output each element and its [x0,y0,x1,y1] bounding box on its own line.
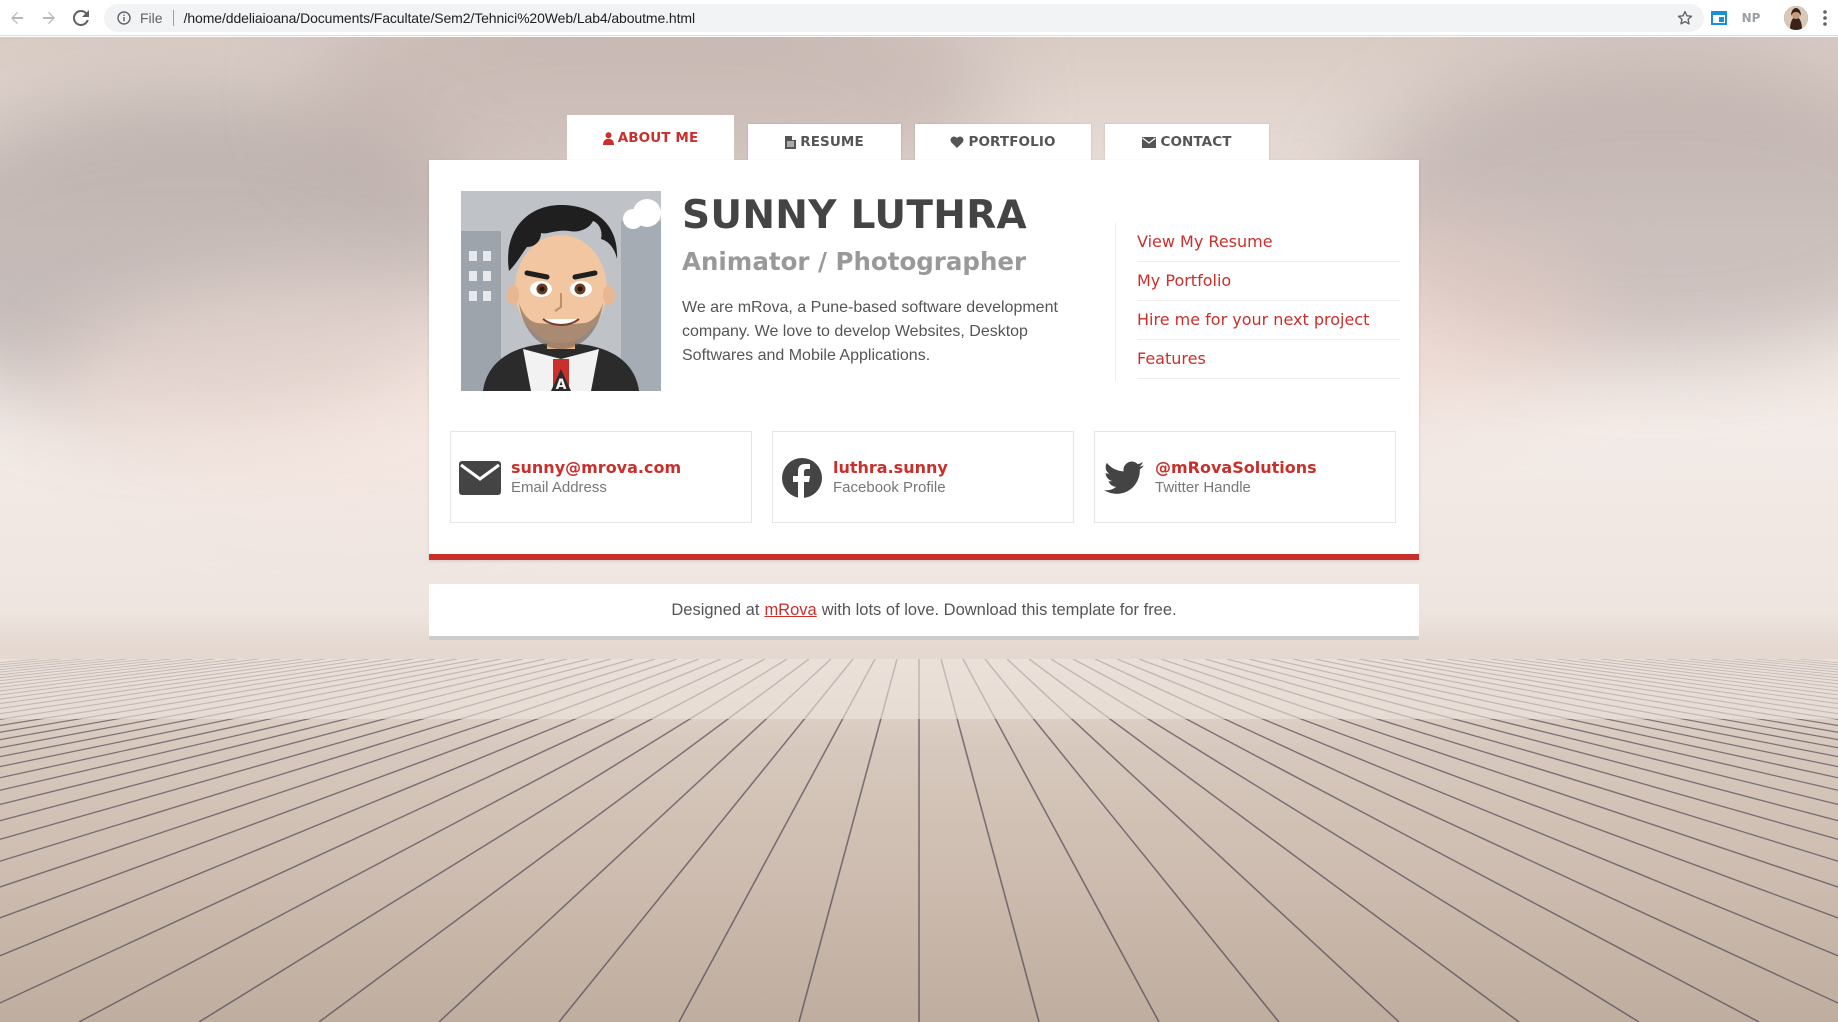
facebook-icon [781,458,823,498]
tab-about-me[interactable]: ABOUT ME [567,115,734,161]
avatar-image: A [461,191,661,391]
svg-text:A: A [556,377,567,391]
heart-icon [950,136,964,148]
file-icon [785,135,797,149]
tab-label: PORTFOLIO [968,134,1056,150]
footer-text-after: with lots of love. Download this templat… [821,600,1177,619]
forward-button[interactable] [34,3,64,33]
contact-facebook-box[interactable]: luthra.sunny Facebook Profile [772,431,1074,523]
link-view-resume[interactable]: View My Resume [1137,223,1400,262]
profile-name: SUNNY LUTHRA [682,193,1028,238]
np-extension-icon[interactable]: NP [1740,7,1762,29]
tab-label: ABOUT ME [617,130,699,146]
contact-email-label: Email Address [511,479,607,496]
page-viewport: ABOUT ME RESUME PORTFOLIO CONTACT A SUNN… [0,37,1838,1022]
menu-kebab-icon[interactable] [1822,8,1828,33]
address-bar[interactable]: File /home/ddeliaioana/Documents/Faculta… [104,4,1704,32]
arrow-right-icon [43,11,55,24]
info-icon[interactable] [116,10,132,26]
tab-portfolio[interactable]: PORTFOLIO [915,124,1091,160]
contact-twitter-label: Twitter Handle [1155,479,1251,496]
tab-label: RESUME [800,134,864,150]
browser-toolbar: File /home/ddeliaioana/Documents/Faculta… [0,0,1838,36]
profile-role: Animator / Photographer [682,247,1027,276]
background-wooden-floor [0,659,1838,1022]
back-button[interactable] [2,3,32,33]
contact-email-box[interactable]: sunny@mrova.com Email Address [450,431,752,523]
contact-facebook-value[interactable]: luthra.sunny [833,458,948,477]
reload-icon [73,9,89,26]
envelope-icon [459,458,501,498]
contact-twitter-box[interactable]: @mRovaSolutions Twitter Handle [1094,431,1396,523]
footer-brand-link[interactable]: mRova [764,601,816,620]
profile-bio: We are mRova, a Pune-based software deve… [682,299,1058,364]
twitter-icon [1103,458,1145,498]
url-text[interactable]: /home/ddeliaioana/Documents/Facultate/Se… [184,10,696,26]
tab-resume[interactable]: RESUME [748,124,901,160]
url-scheme: File [140,10,163,26]
profile-avatar-icon[interactable] [1784,6,1808,30]
calendar-extension-icon[interactable] [1708,7,1730,29]
link-features[interactable]: Features [1137,340,1400,379]
tab-label: CONTACT [1160,134,1232,150]
quick-links-list: View My Resume My Portfolio Hire me for … [1115,223,1400,381]
contact-twitter-value[interactable]: @mRovaSolutions [1155,458,1317,477]
link-hire-me[interactable]: Hire me for your next project [1137,301,1400,340]
tab-contact[interactable]: CONTACT [1105,124,1269,160]
arrow-left-icon [11,11,23,24]
envelope-icon [1142,136,1157,148]
user-icon [602,131,614,145]
contact-facebook-label: Facebook Profile [833,479,946,496]
contact-email-value[interactable]: sunny@mrova.com [511,458,681,477]
reload-button[interactable] [66,3,96,33]
url-separator [172,10,174,26]
floor-horizon-haze [0,659,1838,719]
bookmark-star-icon[interactable] [1676,9,1694,32]
link-portfolio[interactable]: My Portfolio [1137,262,1400,301]
page-footer: Designed at mRova with lots of love. Dow… [429,584,1419,640]
footer-text-before: Designed at [671,600,760,619]
profile-card: A SUNNY LUTHRA Animator / Photographer W… [429,160,1419,560]
